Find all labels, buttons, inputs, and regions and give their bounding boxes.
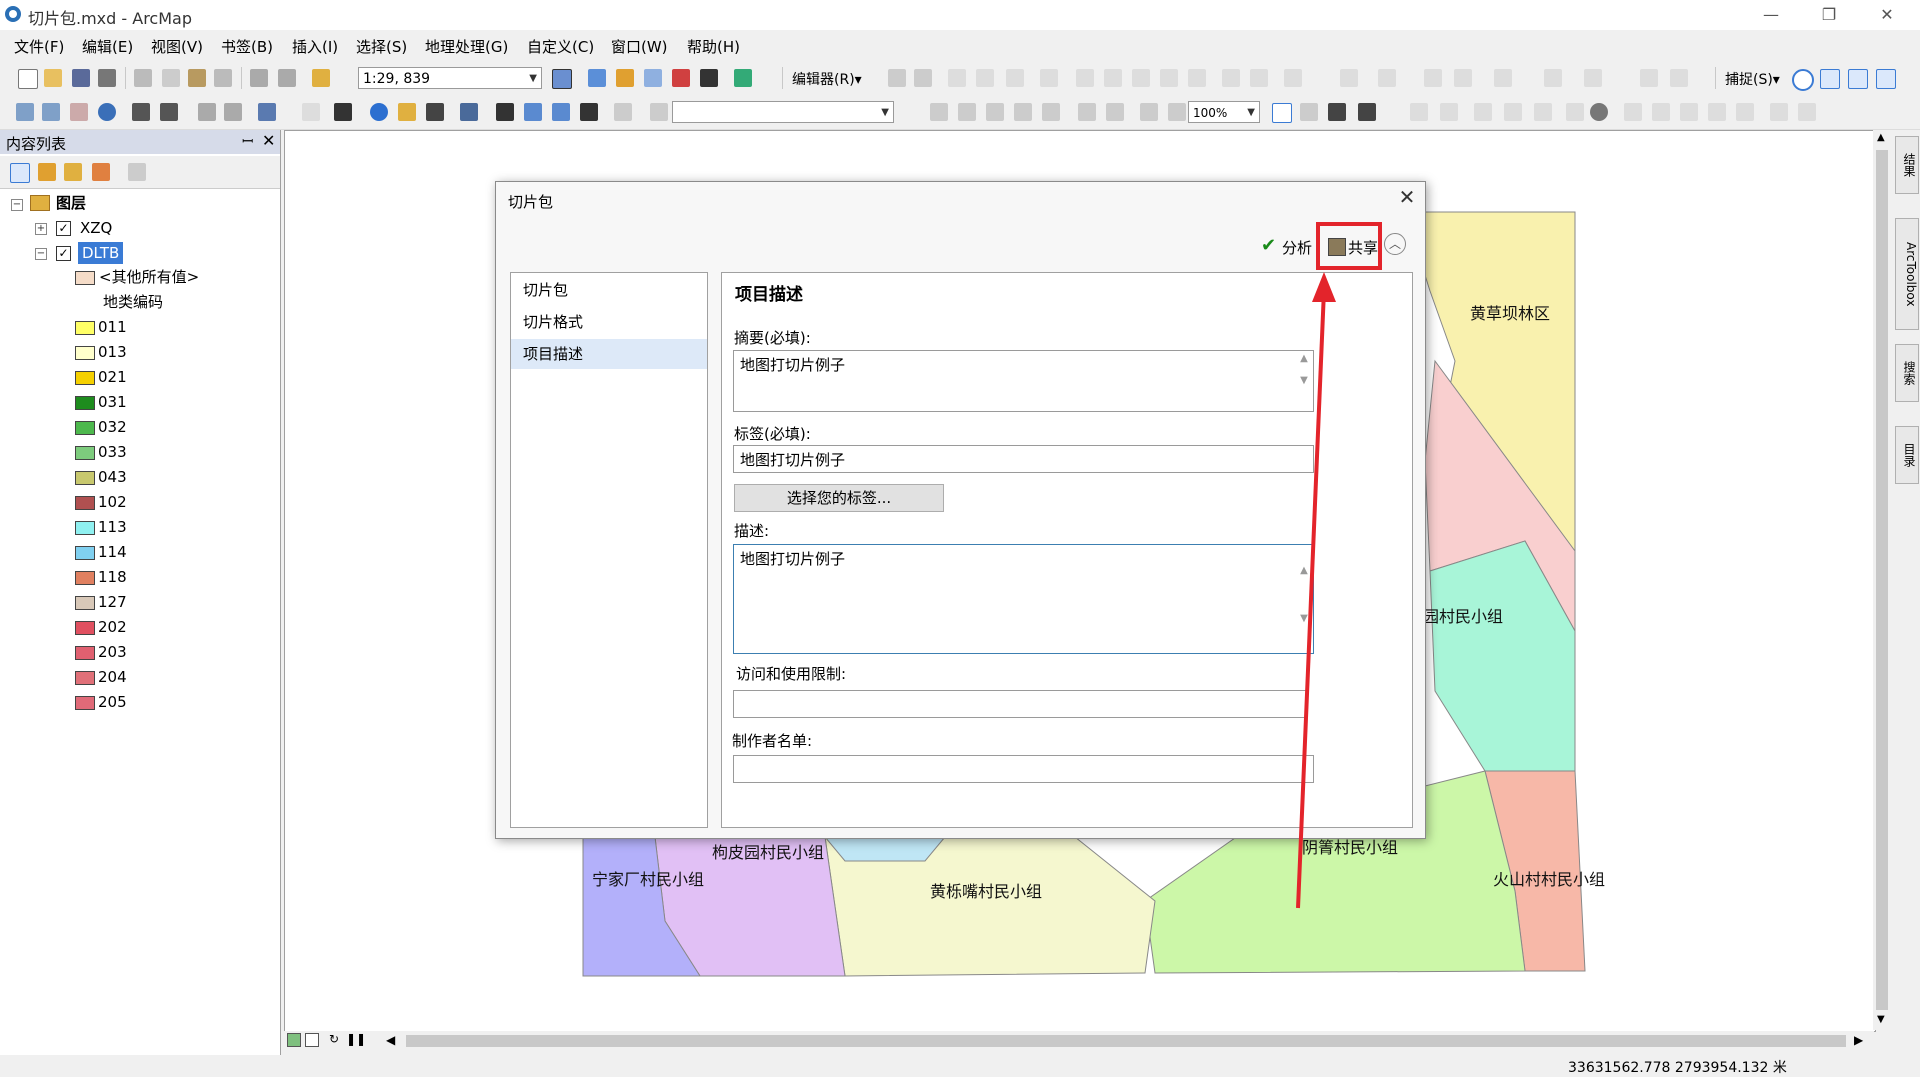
arrow-head <box>1312 272 1336 302</box>
arrow-shaft <box>1296 289 1326 909</box>
annotation-arrow <box>1296 272 1336 909</box>
